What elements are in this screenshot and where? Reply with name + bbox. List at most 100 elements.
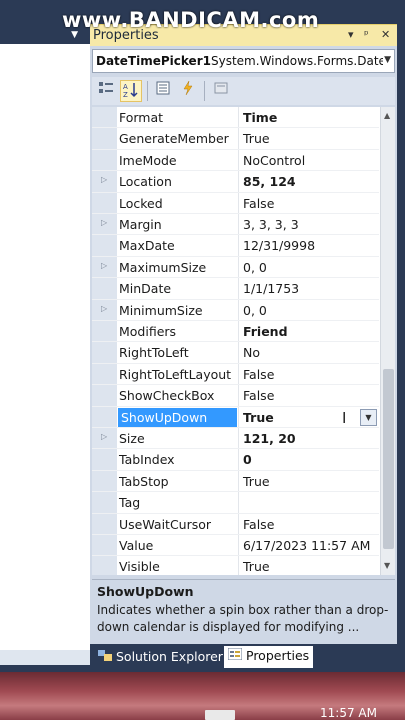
property-row-location[interactable]: ▷ Location 85, 124 bbox=[92, 171, 379, 193]
taskbar-clock[interactable]: 11:57 AM bbox=[320, 706, 377, 720]
tab-label: Solution Explorer bbox=[116, 649, 223, 664]
property-value[interactable]: 0, 0 bbox=[243, 303, 267, 318]
description-text: Indicates whether a spin box rather than… bbox=[97, 603, 389, 634]
property-name: Tag bbox=[119, 495, 141, 511]
scroll-down-icon[interactable]: ▼ bbox=[384, 561, 390, 570]
categorized-icon[interactable] bbox=[95, 80, 117, 102]
property-value[interactable]: 0 bbox=[243, 452, 252, 467]
property-value[interactable]: Friend bbox=[243, 324, 288, 339]
object-name: DateTimePicker1 bbox=[96, 54, 211, 68]
property-name: MinDate bbox=[119, 281, 172, 297]
property-row-modifiers[interactable]: Modifiers Friend bbox=[92, 321, 379, 343]
svg-text:Z: Z bbox=[123, 91, 128, 99]
property-name: ShowCheckBox bbox=[119, 388, 215, 404]
alphabetical-icon[interactable]: AZ bbox=[120, 80, 142, 102]
property-value[interactable]: No bbox=[243, 345, 260, 360]
property-name: UseWaitCursor bbox=[119, 516, 212, 532]
property-name: ShowUpDown bbox=[118, 407, 237, 427]
object-selector[interactable]: DateTimePicker1 System.Windows.Forms.Dat… bbox=[92, 49, 395, 73]
property-value[interactable]: 3, 3, 3, 3 bbox=[243, 217, 299, 232]
property-name: Locked bbox=[119, 195, 163, 211]
property-value[interactable]: False bbox=[243, 517, 274, 532]
property-value[interactable]: True bbox=[243, 410, 274, 425]
property-value[interactable]: False bbox=[243, 388, 274, 403]
property-name: RightToLeftLayout bbox=[119, 366, 232, 382]
tab-solution-explorer[interactable]: Solution Explorer bbox=[94, 646, 225, 668]
property-row-righttoleft[interactable]: RightToLeft No bbox=[92, 342, 379, 364]
object-type: System.Windows.Forms.Date bbox=[211, 54, 383, 68]
expand-icon[interactable]: ▷ bbox=[101, 304, 107, 313]
property-row-value[interactable]: Value 6/17/2023 11:57 AM bbox=[92, 535, 379, 557]
property-row-margin[interactable]: ▷ Margin 3, 3, 3, 3 bbox=[92, 214, 379, 236]
properties-window: Properties ▾ ᵖ ✕ DateTimePicker1 System.… bbox=[90, 24, 397, 644]
expand-icon[interactable]: ▷ bbox=[101, 175, 107, 184]
property-row-showcheckbox[interactable]: ShowCheckBox False bbox=[92, 385, 379, 407]
window-menu-icon[interactable]: ▾ bbox=[348, 28, 354, 41]
property-value[interactable]: False bbox=[243, 367, 274, 382]
properties-icon bbox=[227, 647, 243, 663]
property-row-format[interactable]: Format Time bbox=[92, 107, 379, 129]
property-row-size[interactable]: ▷ Size 121, 20 bbox=[92, 428, 379, 450]
code-editor-pane: ▼ bbox=[0, 0, 90, 665]
editor-status-area bbox=[0, 650, 90, 665]
property-row-imemode[interactable]: ImeMode NoControl bbox=[92, 150, 379, 172]
keyboard-icon[interactable] bbox=[205, 710, 235, 720]
property-row-minimumsize[interactable]: ▷ MinimumSize 0, 0 bbox=[92, 300, 379, 321]
property-name: Margin bbox=[119, 217, 162, 232]
tab-label: Properties bbox=[246, 648, 310, 663]
property-name: MaximumSize bbox=[119, 259, 207, 275]
scroll-thumb[interactable] bbox=[383, 369, 394, 549]
property-value[interactable]: 1/1/1753 bbox=[243, 281, 299, 296]
property-name: Format bbox=[119, 110, 164, 125]
scroll-up-icon[interactable]: ▲ bbox=[384, 111, 390, 120]
property-value[interactable]: False bbox=[243, 196, 274, 211]
property-grid[interactable]: Format Time GenerateMember True ImeMode NoCon… bbox=[92, 107, 395, 575]
solution-explorer-icon bbox=[98, 649, 112, 664]
property-name: Size bbox=[119, 431, 145, 446]
property-row-righttoleftlayout[interactable]: RightToLeftLayout False bbox=[92, 364, 379, 386]
property-row-mindate[interactable]: MinDate 1/1/1753 bbox=[92, 278, 379, 300]
value-dropdown-button[interactable]: ▼ bbox=[360, 408, 377, 426]
property-name: RightToLeft bbox=[119, 345, 189, 361]
expand-icon[interactable]: ▷ bbox=[101, 261, 107, 270]
property-row-generatemember[interactable]: GenerateMember True bbox=[92, 128, 379, 150]
property-name: MinimumSize bbox=[119, 302, 203, 318]
expand-icon[interactable]: ▷ bbox=[101, 218, 107, 227]
expand-icon[interactable]: ▷ bbox=[101, 432, 107, 441]
property-value[interactable]: True bbox=[243, 131, 270, 146]
property-row-usewaitcursor[interactable]: UseWaitCursor False bbox=[92, 514, 379, 535]
toolbar-separator bbox=[204, 81, 205, 101]
property-value[interactable]: Time bbox=[243, 110, 277, 125]
property-row-maximumsize[interactable]: ▷ MaximumSize 0, 0 bbox=[92, 257, 379, 279]
property-row-tag[interactable]: Tag bbox=[92, 492, 379, 514]
close-icon[interactable]: ✕ bbox=[381, 28, 390, 41]
property-value[interactable]: True bbox=[243, 559, 270, 574]
property-value[interactable]: NoControl bbox=[243, 153, 305, 168]
property-name: GenerateMember bbox=[119, 131, 229, 147]
chevron-down-icon[interactable]: ▼ bbox=[384, 55, 391, 65]
tab-properties[interactable]: Properties bbox=[224, 646, 314, 668]
property-value[interactable]: 6/17/2023 11:57 AM bbox=[243, 538, 370, 553]
vertical-scrollbar[interactable]: ▲ ▼ bbox=[380, 107, 395, 575]
property-name: Value bbox=[119, 538, 154, 553]
property-value[interactable]: 12/31/9998 bbox=[243, 238, 315, 253]
watermark: www.BANDICAM.com bbox=[62, 8, 320, 32]
property-row-tabindex[interactable]: TabIndex 0 bbox=[92, 449, 379, 471]
events-icon[interactable] bbox=[177, 80, 199, 102]
toolbar-separator bbox=[147, 81, 148, 101]
property-value[interactable]: True bbox=[243, 474, 270, 489]
property-row-showupdown[interactable]: ShowUpDown True I ▼ bbox=[92, 407, 379, 428]
property-value[interactable]: 85, 124 bbox=[243, 174, 296, 189]
property-value[interactable]: 0, 0 bbox=[243, 260, 267, 275]
pin-icon[interactable]: ᵖ bbox=[364, 28, 369, 41]
property-row-locked[interactable]: Locked False bbox=[92, 193, 379, 214]
taskbar: 11:57 AM bbox=[0, 672, 405, 720]
properties-icon[interactable] bbox=[152, 80, 174, 102]
description-panel: ShowUpDown Indicates whether a spin box … bbox=[92, 579, 395, 641]
property-name: Modifiers bbox=[119, 324, 177, 339]
property-row-visible[interactable]: Visible True bbox=[92, 556, 379, 575]
property-pages-icon[interactable] bbox=[210, 80, 232, 102]
property-value[interactable]: 121, 20 bbox=[243, 431, 296, 446]
property-row-tabstop[interactable]: TabStop True bbox=[92, 471, 379, 493]
property-row-maxdate[interactable]: MaxDate 12/31/9998 bbox=[92, 235, 379, 257]
